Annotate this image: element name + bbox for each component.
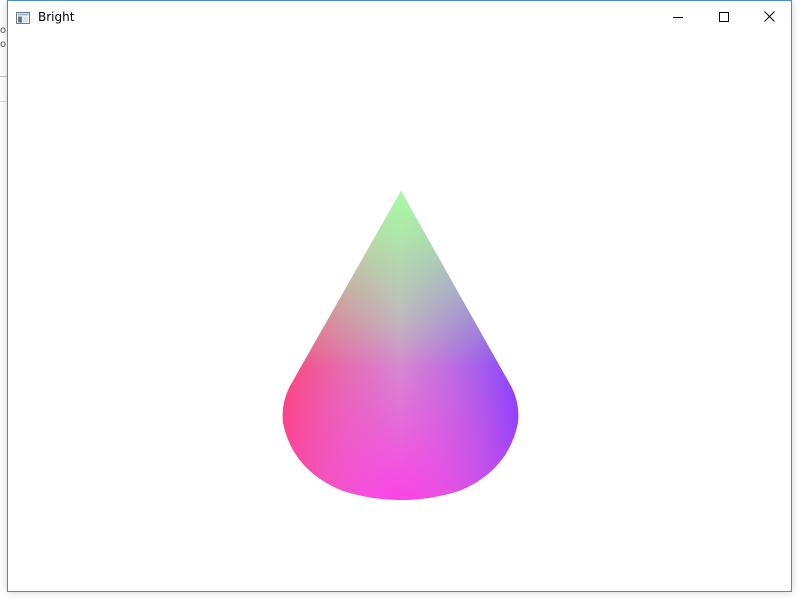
maximize-button[interactable] bbox=[701, 1, 747, 31]
app-window-icon bbox=[16, 9, 30, 24]
cone-scene bbox=[282, 191, 519, 500]
minimize-icon bbox=[673, 7, 683, 26]
minimize-button[interactable] bbox=[655, 1, 701, 31]
maximize-icon bbox=[719, 7, 729, 26]
render-canvas[interactable] bbox=[8, 31, 791, 591]
close-button[interactable] bbox=[746, 1, 792, 31]
cone bbox=[282, 191, 519, 500]
window-title: Bright bbox=[38, 10, 75, 24]
app-window: Bright bbox=[7, 0, 792, 592]
title-bar[interactable]: Bright bbox=[8, 1, 791, 31]
desktop: o o Bright bbox=[0, 0, 800, 600]
close-icon bbox=[763, 7, 775, 26]
